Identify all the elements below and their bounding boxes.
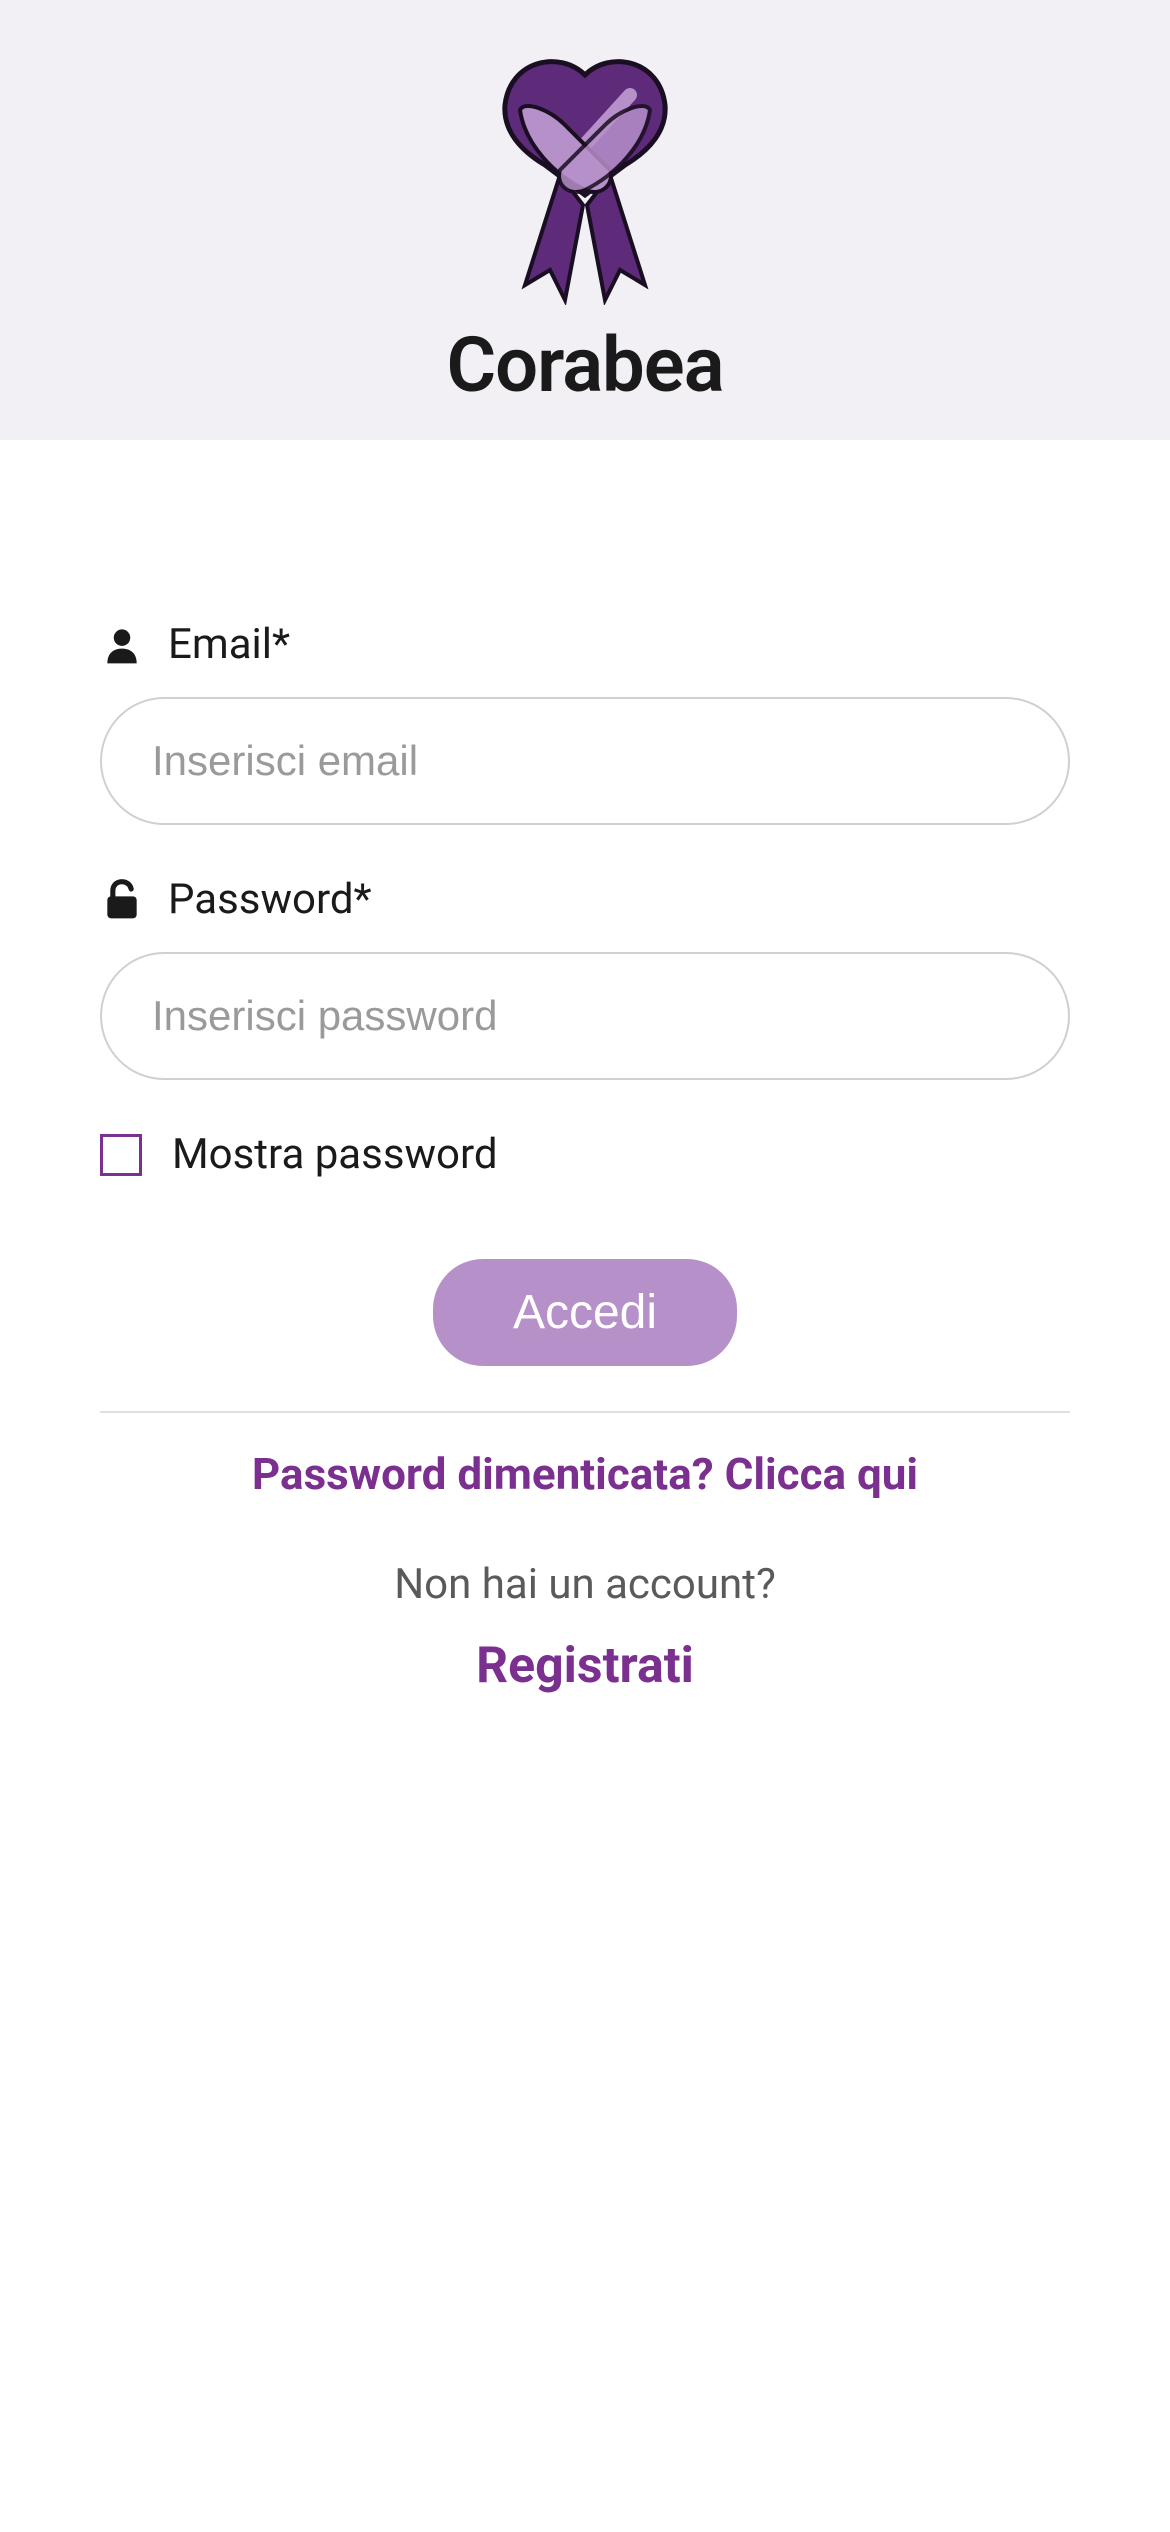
forgot-password-link[interactable]: Password dimenticata? Clicca qui: [100, 1448, 1070, 1500]
register-link[interactable]: Registrati: [100, 1637, 1070, 1695]
email-label: Email*: [100, 620, 1070, 669]
show-password-checkbox[interactable]: [100, 1134, 142, 1176]
email-label-text: Email*: [168, 620, 290, 669]
password-input[interactable]: [100, 952, 1070, 1080]
app-title: Corabea: [446, 320, 723, 410]
divider: [100, 1411, 1070, 1413]
app-header: Corabea: [0, 0, 1170, 440]
user-icon: [100, 623, 144, 667]
password-label-text: Password*: [168, 875, 372, 924]
password-label: Password*: [100, 875, 1070, 924]
show-password-row: Mostra password: [100, 1130, 1070, 1179]
login-form: Email* Password* Mostra password Accedi …: [0, 440, 1170, 1695]
password-field-group: Password*: [100, 875, 1070, 1080]
app-logo: [465, 55, 705, 305]
show-password-label: Mostra password: [172, 1130, 498, 1179]
no-account-text: Non hai un account?: [100, 1560, 1070, 1609]
login-button[interactable]: Accedi: [433, 1259, 737, 1366]
unlock-icon: [100, 878, 144, 922]
email-field-group: Email*: [100, 620, 1070, 825]
email-input[interactable]: [100, 697, 1070, 825]
